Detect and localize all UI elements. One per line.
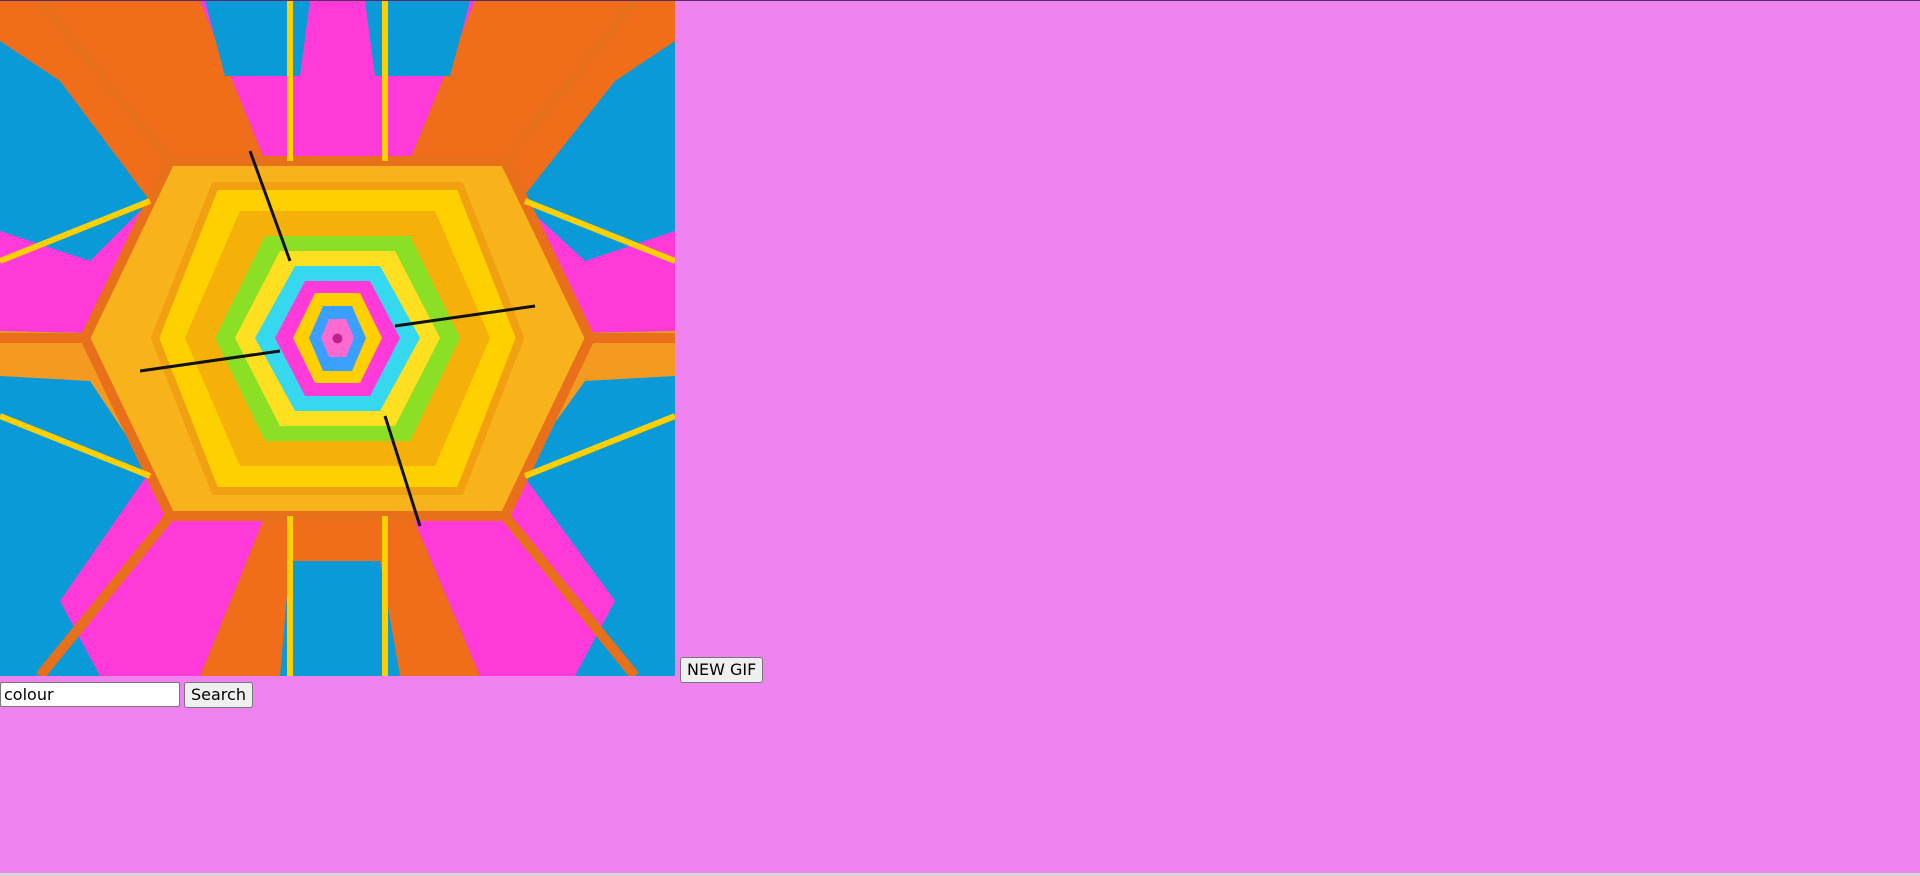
kaleidoscope-graphic — [0, 1, 675, 676]
new-gif-button[interactable]: NEW GIF — [680, 657, 764, 683]
search-button[interactable]: Search — [184, 682, 253, 708]
kaleidoscope-gif-image — [0, 1, 675, 676]
search-input[interactable] — [0, 682, 180, 707]
gif-row: NEW GIF — [0, 1, 900, 683]
